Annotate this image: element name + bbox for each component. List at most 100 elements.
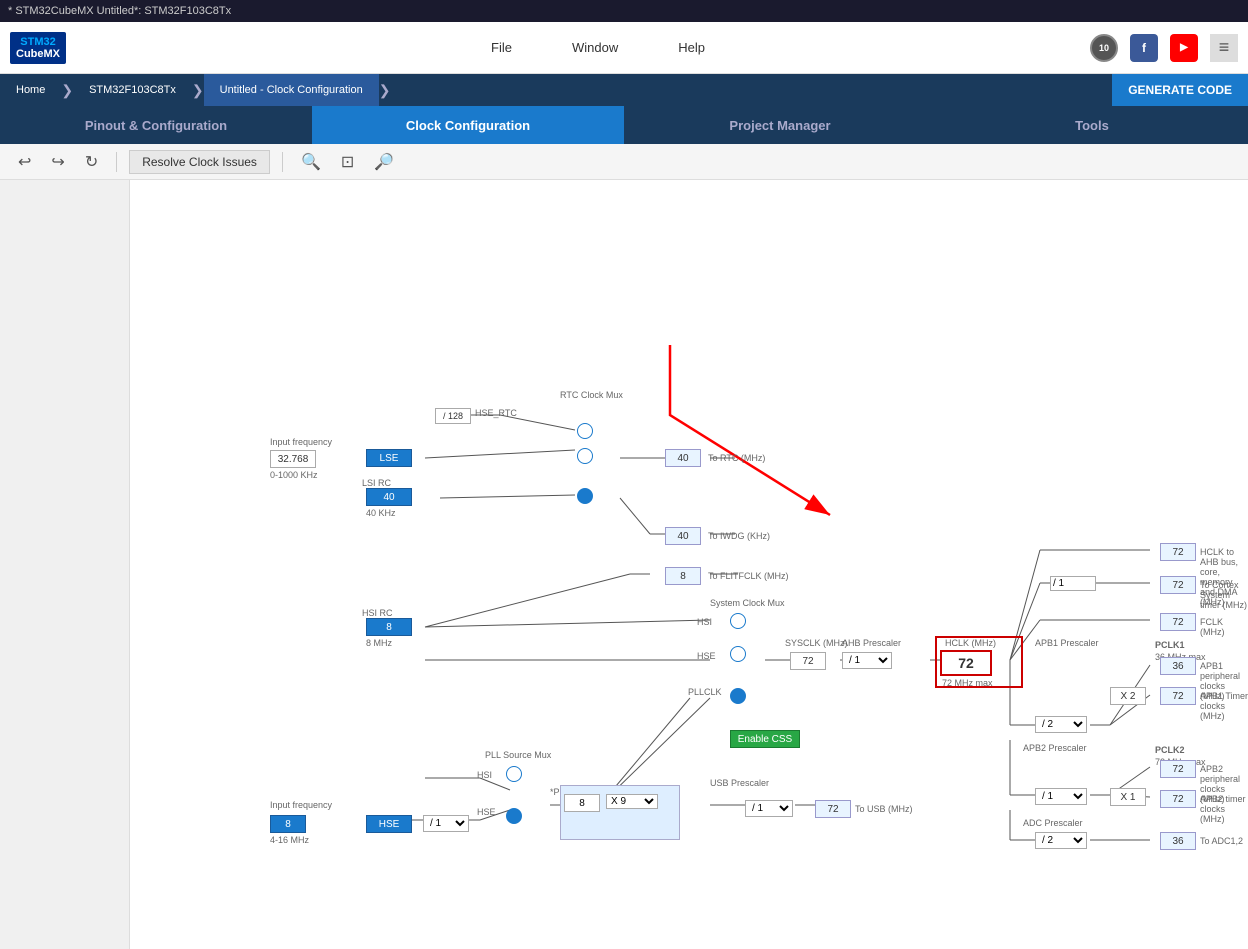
pll-src-hse-circle[interactable] — [506, 808, 522, 824]
fit-button[interactable]: ⊡ — [335, 148, 360, 176]
tab-tools[interactable]: Tools — [936, 106, 1248, 144]
apb2-periph-value: 72 — [1160, 760, 1196, 778]
apb2-prescaler-label: APB2 Prescaler — [1023, 743, 1087, 753]
hse-rtc-label: HSE_RTC — [475, 408, 517, 418]
cortex-div-select[interactable]: / 1 — [1050, 576, 1096, 591]
undo-button[interactable]: ↩ — [12, 148, 37, 176]
usb-prescaler-select[interactable]: / 1 — [745, 800, 793, 817]
rtc-mux-circle-lsi[interactable] — [577, 488, 593, 504]
lsi-rc-label: LSI RC — [362, 478, 391, 488]
resolve-clock-button[interactable]: Resolve Clock Issues — [129, 150, 270, 174]
toolbar-separator-2 — [282, 152, 283, 172]
sys-mux-pll[interactable] — [730, 688, 746, 704]
sysclk-value[interactable]: 72 — [790, 652, 826, 670]
lsi-box[interactable]: 40 — [366, 488, 412, 506]
lse-freq-value[interactable]: 32.768 — [270, 450, 316, 468]
apb1-timer-mul: X 2 — [1110, 687, 1146, 705]
hclk-max-label: 72 MHz max — [942, 678, 993, 688]
menu-help[interactable]: Help — [678, 40, 705, 55]
hclk-ahb-value: 72 — [1160, 543, 1196, 561]
apb1-prescaler-label: APB1 Prescaler — [1035, 638, 1099, 648]
youtube-icon[interactable]: ▶ — [1170, 34, 1198, 62]
cortex-value: 72 — [1160, 576, 1196, 594]
menu-window[interactable]: Window — [572, 40, 618, 55]
clock-diagram: RTC Clock Mux LSI RC HSI RC PLL Source M… — [130, 180, 1248, 949]
cortex-label: To Cortex System timer (MHz) — [1200, 580, 1248, 610]
lse-box[interactable]: LSE — [366, 449, 412, 467]
sys-mux-hse[interactable] — [730, 646, 746, 662]
hse-prescaler-select[interactable]: / 1 — [423, 815, 469, 832]
toolbar-separator — [116, 152, 117, 172]
usb-prescaler-label: USB Prescaler — [710, 778, 769, 788]
enable-css-button[interactable]: Enable CSS — [730, 730, 800, 748]
tab-clock[interactable]: Clock Configuration — [312, 106, 624, 144]
clock-canvas[interactable]: RTC Clock Mux LSI RC HSI RC PLL Source M… — [130, 180, 1248, 949]
sys-hsi-label: HSI — [697, 617, 712, 627]
tab-pinout[interactable]: Pinout & Configuration — [0, 106, 312, 144]
pll-src-hse-label: HSE — [477, 807, 496, 817]
system-mux-label: System Clock Mux — [710, 598, 785, 608]
menu-icons: 10 f ▶ ≡ — [1090, 34, 1238, 62]
hse-range-label: 4-16 MHz — [270, 835, 309, 845]
hse-box[interactable]: HSE — [366, 815, 412, 833]
apb1-timer-label: APB1 Timer clocks (MHz) — [1200, 691, 1248, 721]
pll-box: 8 X 9 — [560, 785, 680, 840]
hsi-box[interactable]: 8 — [366, 618, 412, 636]
flit-label: To FLITFCLK (MHz) — [708, 571, 789, 581]
zoom-in-button[interactable]: 🔍 — [295, 148, 327, 176]
rtc-mux-label: RTC Clock Mux — [560, 390, 623, 400]
tab-project[interactable]: Project Manager — [624, 106, 936, 144]
pclk2-label: PCLK2 — [1155, 745, 1185, 755]
facebook-icon[interactable]: f — [1130, 34, 1158, 62]
hsi-rc-label: HSI RC — [362, 608, 393, 618]
ahb-prescaler-label: AHB Prescaler — [842, 638, 901, 648]
rtc-mux-circle-hse[interactable] — [577, 423, 593, 439]
menu-file[interactable]: File — [491, 40, 512, 55]
zoom-out-button[interactable]: 🔎 — [368, 148, 400, 176]
adc-out-value: 36 — [1160, 832, 1196, 850]
ahb-prescaler-select[interactable]: / 1 — [842, 652, 892, 669]
sys-mux-hsi[interactable] — [730, 613, 746, 629]
apb1-prescaler-select[interactable]: / 2 — [1035, 716, 1087, 733]
bread-current[interactable]: Untitled - Clock Configuration — [204, 74, 379, 106]
input-freq-hse-label: Input frequency — [270, 800, 332, 810]
hse-input-value[interactable]: 8 — [270, 815, 306, 833]
pll-mul-select[interactable]: X 9 — [606, 794, 658, 809]
menu-items: File Window Help — [106, 40, 1090, 55]
adc-prescaler-select[interactable]: / 2 — [1035, 832, 1087, 849]
hclk-label-text: HCLK (MHz) — [945, 638, 996, 648]
bread-device[interactable]: STM32F103C8Tx — [73, 74, 192, 106]
apb2-prescaler-select[interactable]: / 1 — [1035, 788, 1087, 805]
pll-src-hsi-label: HSI — [477, 770, 492, 780]
apb1-periph-value: 36 — [1160, 657, 1196, 675]
logo-stm32: STM32 — [20, 36, 55, 48]
generate-code-button[interactable]: GENERATE CODE — [1112, 74, 1248, 106]
toolbar: ↩ ↪ ↻ Resolve Clock Issues 🔍 ⊡ 🔎 — [0, 144, 1248, 180]
refresh-button[interactable]: ↻ — [79, 148, 104, 176]
iwdg-out-value: 40 — [665, 527, 701, 545]
adc-label: To ADC1,2 — [1200, 836, 1243, 846]
input-freq-label-lse: Input frequency — [270, 437, 332, 447]
sys-pllclk-label: PLLCLK — [688, 687, 722, 697]
rtc-label: To RTC (MHz) — [708, 453, 765, 463]
bread-home[interactable]: Home — [0, 74, 61, 106]
usb-label: To USB (MHz) — [855, 804, 913, 814]
iwdg-label: To IWDG (KHz) — [708, 531, 770, 541]
pll-src-hsi-circle[interactable] — [506, 766, 522, 782]
hclk-value[interactable]: 72 — [940, 650, 992, 676]
red-arrow-svg — [630, 335, 880, 555]
pll-source-label: PLL Source Mux — [485, 750, 551, 760]
apb1-timer-value: 72 — [1160, 687, 1196, 705]
sidebar — [0, 180, 130, 949]
logo: STM32 CubeMX — [10, 32, 66, 64]
sysclk-label-text: SYSCLK (MHz) — [785, 638, 848, 648]
extra-icon: ≡ — [1210, 34, 1238, 62]
apb2-timer-value: 72 — [1160, 790, 1196, 808]
flit-out-value: 8 — [665, 567, 701, 585]
title-text: * STM32CubeMX Untitled*: STM32F103C8Tx — [8, 5, 231, 17]
hse-rtc-div: / 128 — [435, 408, 471, 424]
rtc-mux-circle-lse[interactable] — [577, 448, 593, 464]
pclk1-label: PCLK1 — [1155, 640, 1185, 650]
lse-range-label: 0-1000 KHz — [270, 470, 318, 480]
redo-button[interactable]: ↪ — [45, 148, 70, 176]
